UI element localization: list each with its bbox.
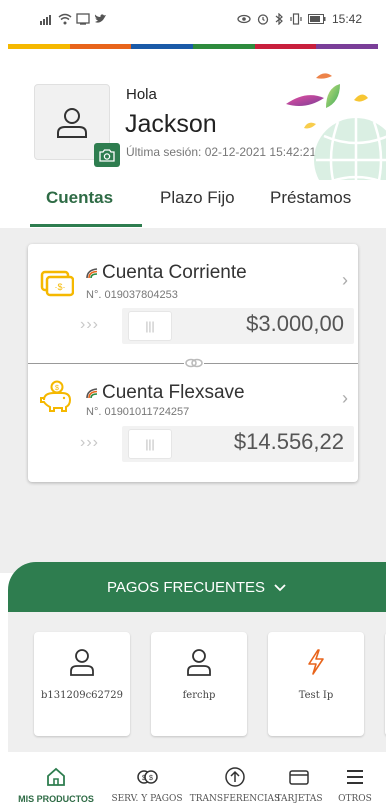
status-bar: 15:42 (0, 0, 386, 38)
nav-label: OTROS (338, 794, 372, 804)
user-name: Jackson (125, 110, 217, 138)
coins-icon: $ $ (137, 770, 158, 784)
nav-label: TRANSFERENCIAS (189, 794, 281, 804)
user-icon (57, 108, 87, 138)
bluetooth-icon (275, 13, 283, 25)
swipe-arrows-icon: ››› (80, 434, 99, 451)
nav-otros[interactable]: OTROS (332, 756, 378, 804)
signal-icon (40, 15, 51, 25)
transfer-icon (225, 767, 245, 787)
decorative-leaves-globe (286, 73, 386, 180)
frequent-payment-label: b131209c62729 (41, 690, 123, 701)
account-balance: $14.556,22 (233, 429, 344, 454)
nav-label: TARJETAS (275, 794, 323, 804)
account-item-corriente[interactable]: ·$· Cuenta Corriente N°. 019037804253 › … (28, 244, 358, 362)
bank-logo-icon (86, 388, 98, 399)
camera-icon (99, 149, 115, 162)
chevron-down-icon (274, 584, 286, 592)
twitter-icon (94, 14, 106, 23)
nav-label: SERV. Y PAGOS (111, 794, 183, 804)
frequent-payment-card[interactable]: ferchp (151, 632, 247, 736)
card-icon (289, 770, 309, 785)
wifi-icon (58, 13, 72, 25)
vibrate-icon (290, 13, 302, 25)
active-tab-indicator (30, 224, 142, 227)
status-time: 15:42 (331, 12, 362, 26)
battery-icon (307, 14, 326, 24)
change-photo-button[interactable] (94, 143, 120, 167)
chevron-right-icon[interactable]: › (342, 388, 348, 409)
account-number: N°. 019037804253 (86, 289, 178, 301)
account-name: Cuenta Flexsave (102, 382, 245, 403)
svg-text:$: $ (142, 775, 146, 782)
tab-cuentas[interactable]: Cuentas (46, 188, 113, 208)
chevron-right-icon[interactable]: › (342, 270, 348, 291)
nav-label: MIS PRODUCTOS (18, 794, 94, 804)
pagos-frecuentes-toggle[interactable]: PAGOS FRECUENTES (8, 562, 386, 612)
bank-logo-icon (86, 268, 98, 279)
accounts-card: ·$· Cuenta Corriente N°. 019037804253 › … (28, 244, 358, 482)
svg-text:$: $ (55, 385, 59, 392)
account-balance: $3.000,00 (246, 311, 344, 336)
nav-mis-productos[interactable]: MIS PRODUCTOS (16, 756, 96, 804)
alarm-icon (257, 14, 269, 25)
svg-text:·$·: ·$· (55, 282, 66, 292)
account-item-flexsave[interactable]: $ Cuenta Flexsave N°. 01901011724257 › ›… (28, 364, 358, 482)
brand-color-strip (8, 44, 379, 49)
home-icon (47, 767, 65, 786)
account-balance-row: ||| $3.000,00 (122, 308, 354, 344)
menu-icon (347, 770, 363, 784)
toggle-balance-button[interactable]: ||| (128, 429, 172, 459)
swipe-arrows-icon: ››› (80, 316, 99, 333)
bottom-navigation: MIS PRODUCTOS $ $ SERV. Y PAGOS TRANSFERE… (0, 756, 386, 808)
frequent-payment-label: ferchp (182, 690, 216, 701)
nav-transferencias[interactable]: TRANSFERENCIAS (190, 756, 280, 804)
piggy-bank-icon: $ (40, 380, 72, 412)
status-left-icons (40, 13, 107, 25)
lightning-icon (308, 649, 324, 675)
tabs-bar: Cuentas Plazo Fijo Préstamos (0, 180, 386, 228)
profile-header: Hola Jackson Última sesión: 02-12-2021 1… (0, 70, 386, 180)
account-balance-row: ||| $14.556,22 (122, 426, 354, 462)
svg-text:$: $ (149, 775, 153, 782)
user-icon (70, 649, 94, 676)
frequent-payment-card[interactable]: Test Ip (268, 632, 364, 736)
frequent-payment-card[interactable]: b131209c62729 (34, 632, 130, 736)
tab-prestamos[interactable]: Préstamos (270, 188, 351, 208)
status-right-icons: 15:42 (237, 12, 362, 26)
tab-plazo-fijo[interactable]: Plazo Fijo (160, 188, 235, 208)
nav-serv-y-pagos[interactable]: $ $ SERV. Y PAGOS (110, 756, 184, 804)
user-icon (187, 649, 211, 676)
toggle-balance-button[interactable]: ||| (128, 311, 172, 341)
cash-icon: ·$· (40, 270, 74, 297)
frequent-payment-label: Test Ip (298, 690, 334, 701)
nav-tarjetas[interactable]: TARJETAS (275, 756, 323, 804)
account-name: Cuenta Corriente (102, 262, 247, 283)
eye-icon (237, 14, 251, 24)
cast-icon (76, 13, 90, 25)
greeting: Hola (126, 86, 157, 103)
pagos-frecuentes-title: PAGOS FRECUENTES (106, 578, 266, 596)
account-number: N°. 01901011724257 (86, 406, 190, 418)
